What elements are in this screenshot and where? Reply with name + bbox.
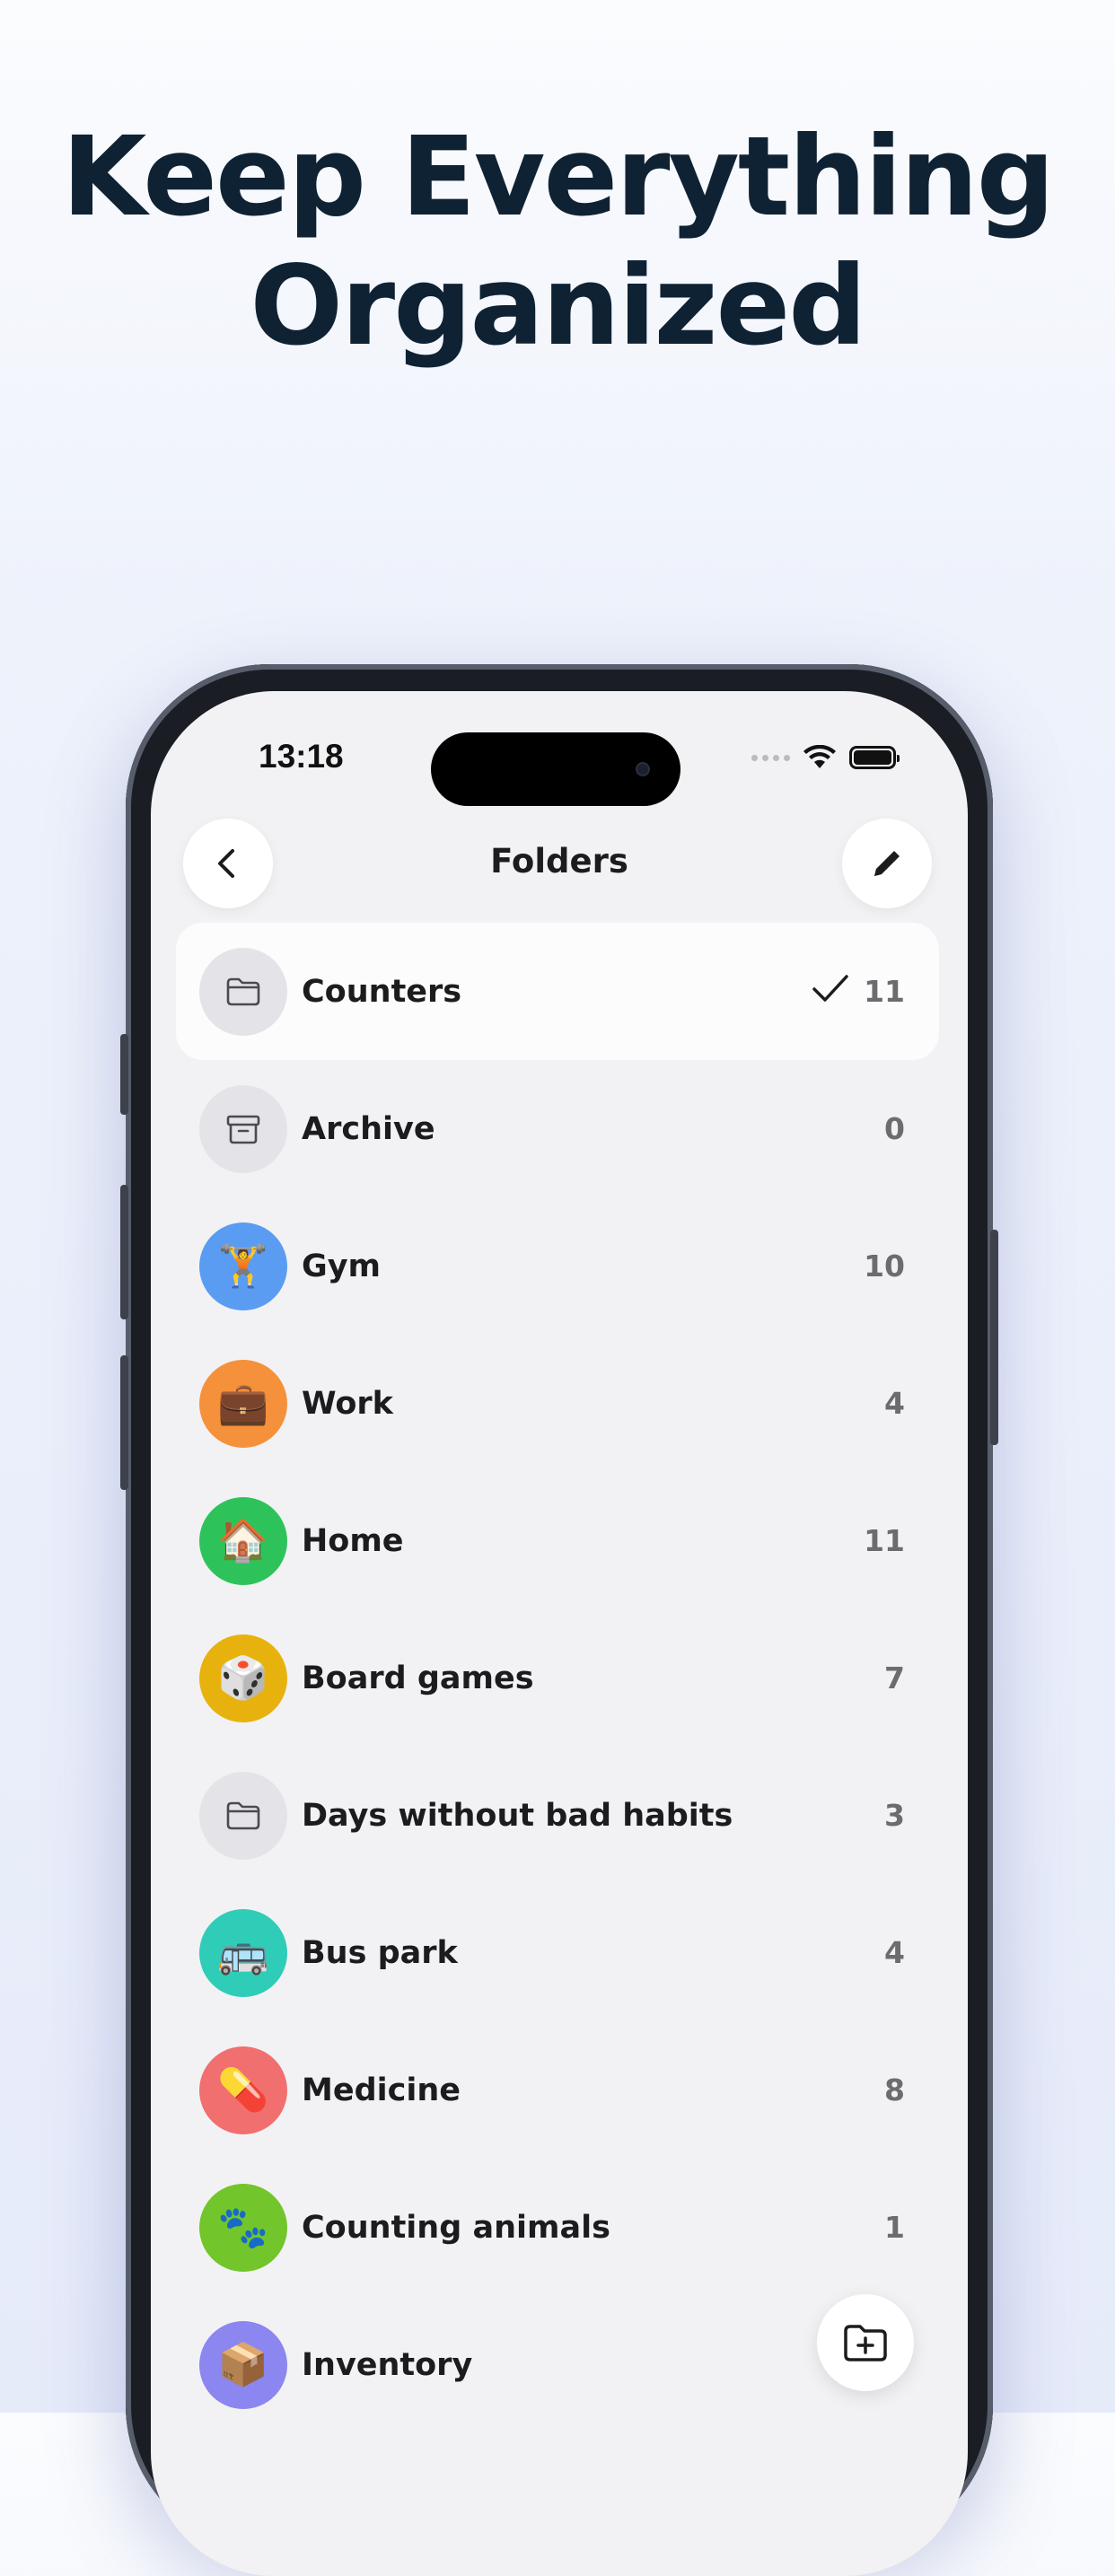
headline-line-1: Keep Everything [61, 113, 1055, 241]
edit-button[interactable] [842, 819, 932, 908]
folder-label: Inventory [302, 2346, 473, 2383]
camera-icon [636, 762, 650, 776]
folder-count: 0 [884, 1111, 905, 1146]
checkmark-icon [812, 975, 848, 1002]
folder-icon [199, 1771, 287, 1860]
status-icons [751, 745, 900, 770]
folder-count: 3 [884, 1798, 905, 1833]
folder-count: 8 [884, 2072, 905, 2107]
folder-row[interactable]: 🏋️ Gym 10 [176, 1197, 939, 1335]
folder-row[interactable]: Counters 11 [176, 923, 939, 1060]
headline-line-2: Organized [250, 242, 866, 370]
folder-label: Counting animals [302, 2209, 610, 2246]
folder-row[interactable]: 💊 Medicine 8 [176, 2021, 939, 2159]
folder-plus-icon [844, 2325, 887, 2361]
phone-action-button [120, 1034, 128, 1115]
headline: Keep Everything Organized [0, 112, 1115, 371]
folder-row[interactable]: Days without bad habits 3 [176, 1747, 939, 1884]
folder-row[interactable]: 🚌 Bus park 4 [176, 1884, 939, 2021]
folder-row[interactable]: 🐾 Counting animals 1 [176, 2159, 939, 2296]
phone-power-button [990, 1230, 998, 1445]
phone-screen: 13:18 Folders Counters 11 Archive 0 🏋️ Gym 10 💼… [151, 691, 968, 2576]
battery-icon [849, 746, 900, 769]
folder-emoji-icon: 💊 [199, 2046, 287, 2134]
folder-emoji-icon: 🏋️ [199, 1222, 287, 1310]
status-time: 13:18 [259, 738, 344, 775]
folder-count: 11 [864, 974, 905, 1009]
folder-label: Board games [302, 1660, 534, 1696]
folder-emoji-icon: 📦 [199, 2320, 287, 2409]
wifi-icon [803, 745, 836, 768]
folder-label: Bus park [302, 1934, 458, 1971]
folder-label: Work [302, 1385, 393, 1422]
folder-row[interactable]: 💼 Work 4 [176, 1335, 939, 1472]
dynamic-island [431, 732, 680, 806]
folder-row[interactable]: 🎲 Board games 7 [176, 1609, 939, 1747]
folder-count: 4 [884, 1386, 905, 1421]
folder-emoji-icon: 🏠 [199, 1496, 287, 1585]
folder-label: Counters [302, 973, 462, 1010]
folder-label: Home [302, 1522, 404, 1559]
folder-label: Medicine [302, 2072, 461, 2108]
folder-label: Archive [302, 1110, 435, 1147]
pencil-icon [874, 851, 900, 876]
phone-volume-up-button [120, 1185, 128, 1319]
folder-row[interactable]: Archive 0 [176, 1060, 939, 1197]
folder-count: 7 [884, 1660, 905, 1695]
folder-emoji-icon: 🚌 [199, 1908, 287, 1997]
archive-icon [199, 1084, 287, 1173]
folder-list: Counters 11 Archive 0 🏋️ Gym 10 💼 Work 4 🏠 Home 11 🎲 B… [176, 923, 939, 2433]
folder-count: 10 [864, 1249, 905, 1284]
folder-row[interactable]: 🏠 Home 11 [176, 1472, 939, 1609]
folder-label: Days without bad habits [302, 1797, 733, 1834]
folder-emoji-icon: 💼 [199, 1359, 287, 1448]
phone-volume-down-button [120, 1355, 128, 1490]
folder-emoji-icon: 🎲 [199, 1634, 287, 1722]
folder-icon [199, 947, 287, 1036]
folder-label: Gym [302, 1248, 382, 1284]
new-folder-button[interactable] [817, 2294, 914, 2391]
folder-emoji-icon: 🐾 [199, 2183, 287, 2272]
folder-count: 4 [884, 1935, 905, 1970]
phone-mockup: 13:18 Folders Counters 11 Archive 0 🏋️ Gym 10 💼… [120, 664, 998, 2576]
folder-count: 11 [864, 1523, 905, 1558]
folder-count: 1 [884, 2210, 905, 2245]
signal-icon [751, 754, 790, 761]
